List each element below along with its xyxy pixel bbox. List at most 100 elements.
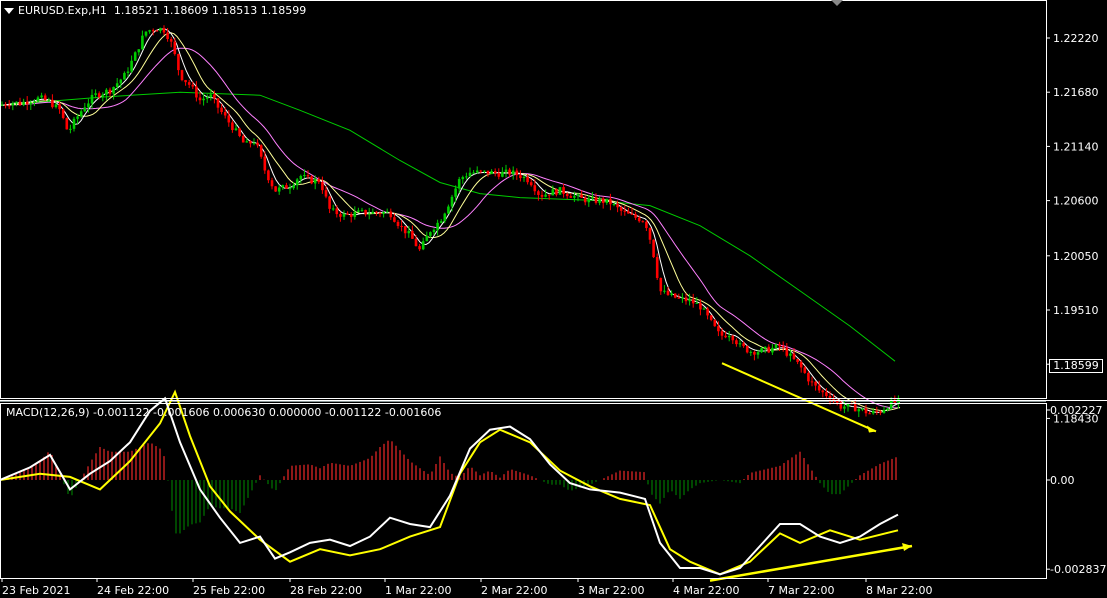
candle-body xyxy=(789,353,792,356)
candle-body xyxy=(141,35,144,50)
candle-body xyxy=(526,176,529,183)
candle-body xyxy=(461,177,465,180)
candle-body xyxy=(623,210,627,212)
candle-body xyxy=(119,79,123,84)
candle-body xyxy=(25,101,29,105)
candle-body xyxy=(411,231,414,239)
price-axis-label: 1.19510 xyxy=(1053,304,1099,317)
collapse-triangle-icon[interactable] xyxy=(4,8,14,14)
chart-canvas: 1.22220 1.21680 1.21140 1.20600 1.20050 1.195… xyxy=(0,0,1107,597)
candle-body xyxy=(364,209,367,215)
candle-body xyxy=(817,385,821,391)
candle-body xyxy=(472,172,475,174)
candle-body xyxy=(51,99,54,108)
candle-body xyxy=(101,94,105,98)
candle-body xyxy=(515,170,519,176)
candle-body xyxy=(771,347,774,353)
candle-body xyxy=(79,111,83,117)
candle-body xyxy=(540,194,544,197)
candle-body xyxy=(853,403,857,412)
price-pane xyxy=(0,25,1046,433)
candle-body xyxy=(61,109,65,119)
candle-body xyxy=(562,187,565,194)
candle-body xyxy=(886,408,889,410)
candle-body xyxy=(843,406,846,409)
candle-body xyxy=(594,197,598,203)
candle-body xyxy=(389,211,393,218)
x-axis-label: 3 Mar 22:00 xyxy=(578,584,644,597)
candle-body xyxy=(699,302,702,310)
price-axis-label: 1.21140 xyxy=(1053,140,1099,153)
candle-body xyxy=(357,210,360,212)
candle-body xyxy=(634,214,637,218)
candle-body xyxy=(688,299,691,302)
candle-body xyxy=(22,101,25,106)
candle-body xyxy=(349,214,353,217)
scroll-marker-icon xyxy=(831,0,843,6)
x-axis-label: 7 Mar 22:00 xyxy=(768,584,834,597)
candle-body xyxy=(202,98,205,101)
candle-body xyxy=(263,156,267,171)
candle-body xyxy=(133,52,137,61)
candle-body xyxy=(285,185,288,189)
price-axis-label: 1.22220 xyxy=(1053,32,1099,45)
candle-body xyxy=(54,104,58,108)
candle-body xyxy=(227,115,231,123)
candle-body xyxy=(130,60,133,72)
candle-body xyxy=(234,128,238,131)
candle-body xyxy=(321,182,324,191)
macd-pane xyxy=(0,389,913,582)
candle-body xyxy=(180,70,184,81)
candle-body xyxy=(191,84,195,87)
x-axis-label: 25 Feb 22:00 xyxy=(193,584,265,597)
macd-axis-label: -0.002837 xyxy=(1050,563,1106,576)
candle-body xyxy=(468,172,472,177)
candle-body xyxy=(209,94,213,98)
candle-body xyxy=(504,169,508,172)
candle-body xyxy=(295,179,299,186)
candle-body xyxy=(479,170,483,172)
candle-body xyxy=(313,178,317,184)
candle-body xyxy=(360,209,364,211)
candle-body xyxy=(475,170,479,173)
macd-signal-line xyxy=(0,389,899,576)
candle-body xyxy=(184,80,187,83)
candle-body xyxy=(159,28,162,31)
candle-body xyxy=(889,399,893,409)
candle-body xyxy=(814,381,817,386)
candle-body xyxy=(609,198,612,205)
candle-body xyxy=(655,257,659,278)
candle-body xyxy=(810,381,814,383)
candle-body xyxy=(666,290,670,295)
candle-body xyxy=(544,194,547,197)
candle-body xyxy=(861,408,864,410)
candle-body xyxy=(83,107,87,112)
candle-body xyxy=(385,211,389,213)
candle-body xyxy=(223,112,227,116)
candle-body xyxy=(382,212,385,214)
candle-body xyxy=(807,372,810,382)
x-axis-label: 8 Mar 22:00 xyxy=(866,584,932,597)
candle-body xyxy=(439,221,443,223)
candle-body xyxy=(799,362,803,368)
price-axis-label: 1.20050 xyxy=(1053,250,1099,263)
candle-body xyxy=(87,103,90,108)
x-axis-label: 4 Mar 22:00 xyxy=(673,584,739,597)
candle-body xyxy=(47,99,51,101)
candle-body xyxy=(105,89,108,95)
candle-body xyxy=(558,187,562,195)
candle-body xyxy=(501,171,504,177)
candle-body xyxy=(670,293,673,295)
candle-body xyxy=(652,239,655,258)
candle-body xyxy=(785,347,789,356)
candle-body xyxy=(569,196,573,198)
candle-body xyxy=(630,213,634,215)
ma-fast-line xyxy=(0,28,901,413)
candle-body xyxy=(414,238,418,247)
candle-body xyxy=(450,196,454,207)
candle-body xyxy=(94,93,97,95)
candle-body xyxy=(663,290,666,292)
candle-body xyxy=(695,302,699,304)
candle-body xyxy=(187,82,191,85)
candle-body xyxy=(18,101,22,106)
